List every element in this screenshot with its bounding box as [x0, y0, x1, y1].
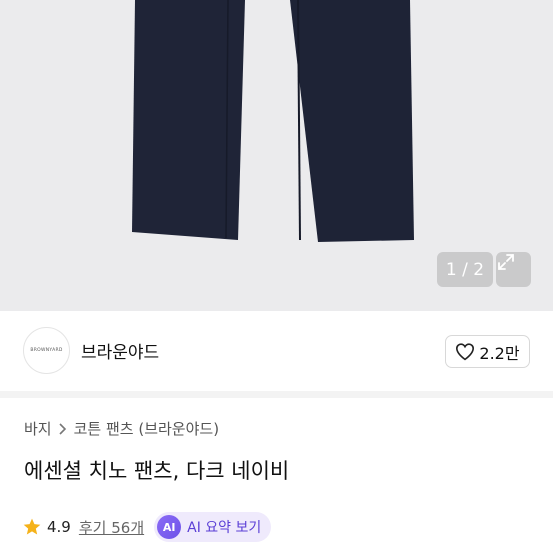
- like-button[interactable]: 2.2만: [445, 335, 530, 368]
- breadcrumb-item-category[interactable]: 바지: [24, 418, 52, 439]
- breadcrumb: 바지 코튼 팬츠 (브라운야드): [24, 418, 219, 439]
- image-counter: 1 / 2: [437, 252, 493, 287]
- section-divider: [0, 391, 553, 398]
- ai-summary-button[interactable]: AI AI 요약 보기: [154, 512, 272, 542]
- star-icon: [23, 518, 41, 535]
- rating-row: 4.9 후기 56개 AI AI 요약 보기: [22, 512, 272, 542]
- seller-logo-text: BROWNYARD: [30, 348, 63, 353]
- expand-image-button[interactable]: [496, 252, 531, 287]
- seller-avatar[interactable]: BROWNYARD: [23, 327, 70, 374]
- reviews-link[interactable]: 후기 56개: [79, 517, 144, 538]
- chevron-right-icon: [59, 422, 66, 435]
- seller-name[interactable]: 브라운야드: [81, 338, 159, 363]
- ai-summary-label: AI 요약 보기: [187, 520, 262, 536]
- like-count: 2.2만: [479, 343, 520, 363]
- product-image-gallery[interactable]: 1 / 2: [0, 0, 553, 311]
- rating-value: 4.9: [47, 518, 71, 536]
- heart-icon: [456, 342, 475, 360]
- breadcrumb-item-subcategory[interactable]: 코튼 팬츠 (브라운야드): [74, 418, 219, 439]
- product-title: 에센셜 치노 팬츠, 다크 네이비: [24, 459, 290, 483]
- expand-icon: [498, 254, 514, 270]
- ai-icon: AI: [157, 515, 182, 539]
